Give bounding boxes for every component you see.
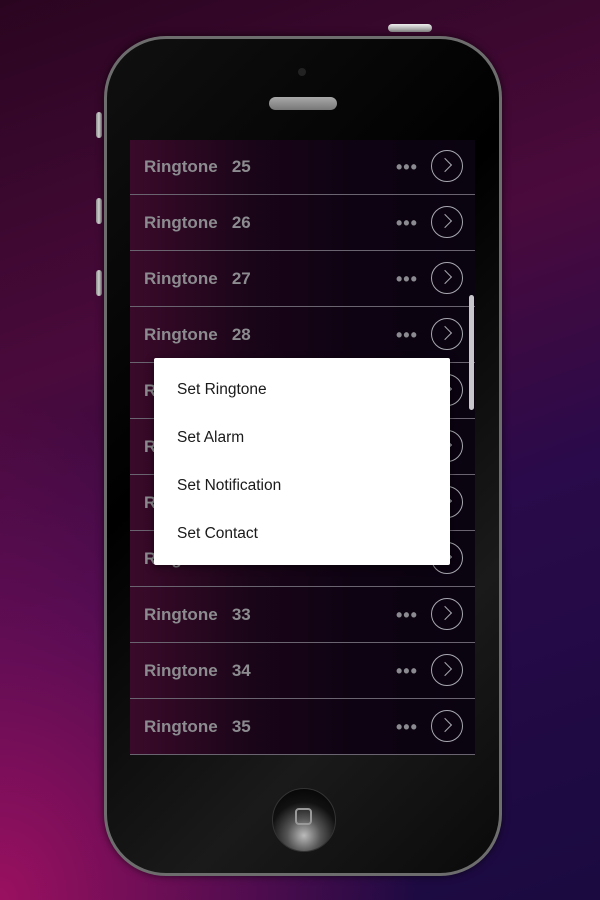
play-icon[interactable] bbox=[431, 150, 463, 182]
menu-item-set-ringtone[interactable]: Set Ringtone bbox=[154, 366, 450, 414]
more-options-icon[interactable]: ••• bbox=[396, 157, 418, 178]
earpiece-speaker bbox=[269, 97, 337, 110]
context-menu: Set Ringtone Set Alarm Set Notification … bbox=[154, 358, 450, 565]
front-camera bbox=[298, 68, 306, 76]
ringtone-name: Ringtone 26 bbox=[144, 213, 251, 232]
ringtone-name: Ringtone 28 bbox=[144, 325, 251, 344]
more-options-icon[interactable]: ••• bbox=[396, 661, 418, 682]
play-icon[interactable] bbox=[431, 598, 463, 630]
list-item[interactable]: Ringtone 27 ••• bbox=[130, 252, 475, 307]
ringtone-name: Ringtone 33 bbox=[144, 605, 251, 624]
volume-up-button[interactable] bbox=[96, 198, 102, 224]
more-options-icon[interactable]: ••• bbox=[396, 269, 418, 290]
list-item[interactable]: Ringtone 26 ••• bbox=[130, 196, 475, 251]
menu-item-set-contact[interactable]: Set Contact bbox=[154, 510, 450, 558]
scrollbar[interactable] bbox=[469, 295, 474, 410]
ringtone-name: Ringtone 34 bbox=[144, 661, 251, 680]
more-options-icon[interactable]: ••• bbox=[396, 213, 418, 234]
ringtone-name: Ringtone 27 bbox=[144, 269, 251, 288]
play-icon[interactable] bbox=[431, 318, 463, 350]
list-item[interactable]: Ringtone 35 ••• bbox=[130, 700, 475, 755]
more-options-icon[interactable]: ••• bbox=[396, 717, 418, 738]
home-button[interactable] bbox=[272, 788, 336, 852]
list-item[interactable]: Ringtone 34 ••• bbox=[130, 644, 475, 699]
volume-down-button[interactable] bbox=[96, 270, 102, 296]
ringtone-name: Ringtone 35 bbox=[144, 717, 251, 736]
play-icon[interactable] bbox=[431, 262, 463, 294]
play-icon[interactable] bbox=[431, 710, 463, 742]
ringtone-name: Ringtone 25 bbox=[144, 157, 251, 176]
menu-item-set-notification[interactable]: Set Notification bbox=[154, 462, 450, 510]
list-item[interactable]: Ringtone 33 ••• bbox=[130, 588, 475, 643]
home-square-icon bbox=[295, 808, 312, 825]
list-item[interactable]: Ringtone 25 ••• bbox=[130, 140, 475, 195]
mute-switch[interactable] bbox=[96, 112, 102, 138]
play-icon[interactable] bbox=[431, 206, 463, 238]
play-icon[interactable] bbox=[431, 654, 463, 686]
more-options-icon[interactable]: ••• bbox=[396, 325, 418, 346]
more-options-icon[interactable]: ••• bbox=[396, 605, 418, 626]
list-item[interactable]: Ringtone 28 ••• bbox=[130, 308, 475, 363]
menu-item-set-alarm[interactable]: Set Alarm bbox=[154, 414, 450, 462]
power-button[interactable] bbox=[388, 24, 432, 32]
